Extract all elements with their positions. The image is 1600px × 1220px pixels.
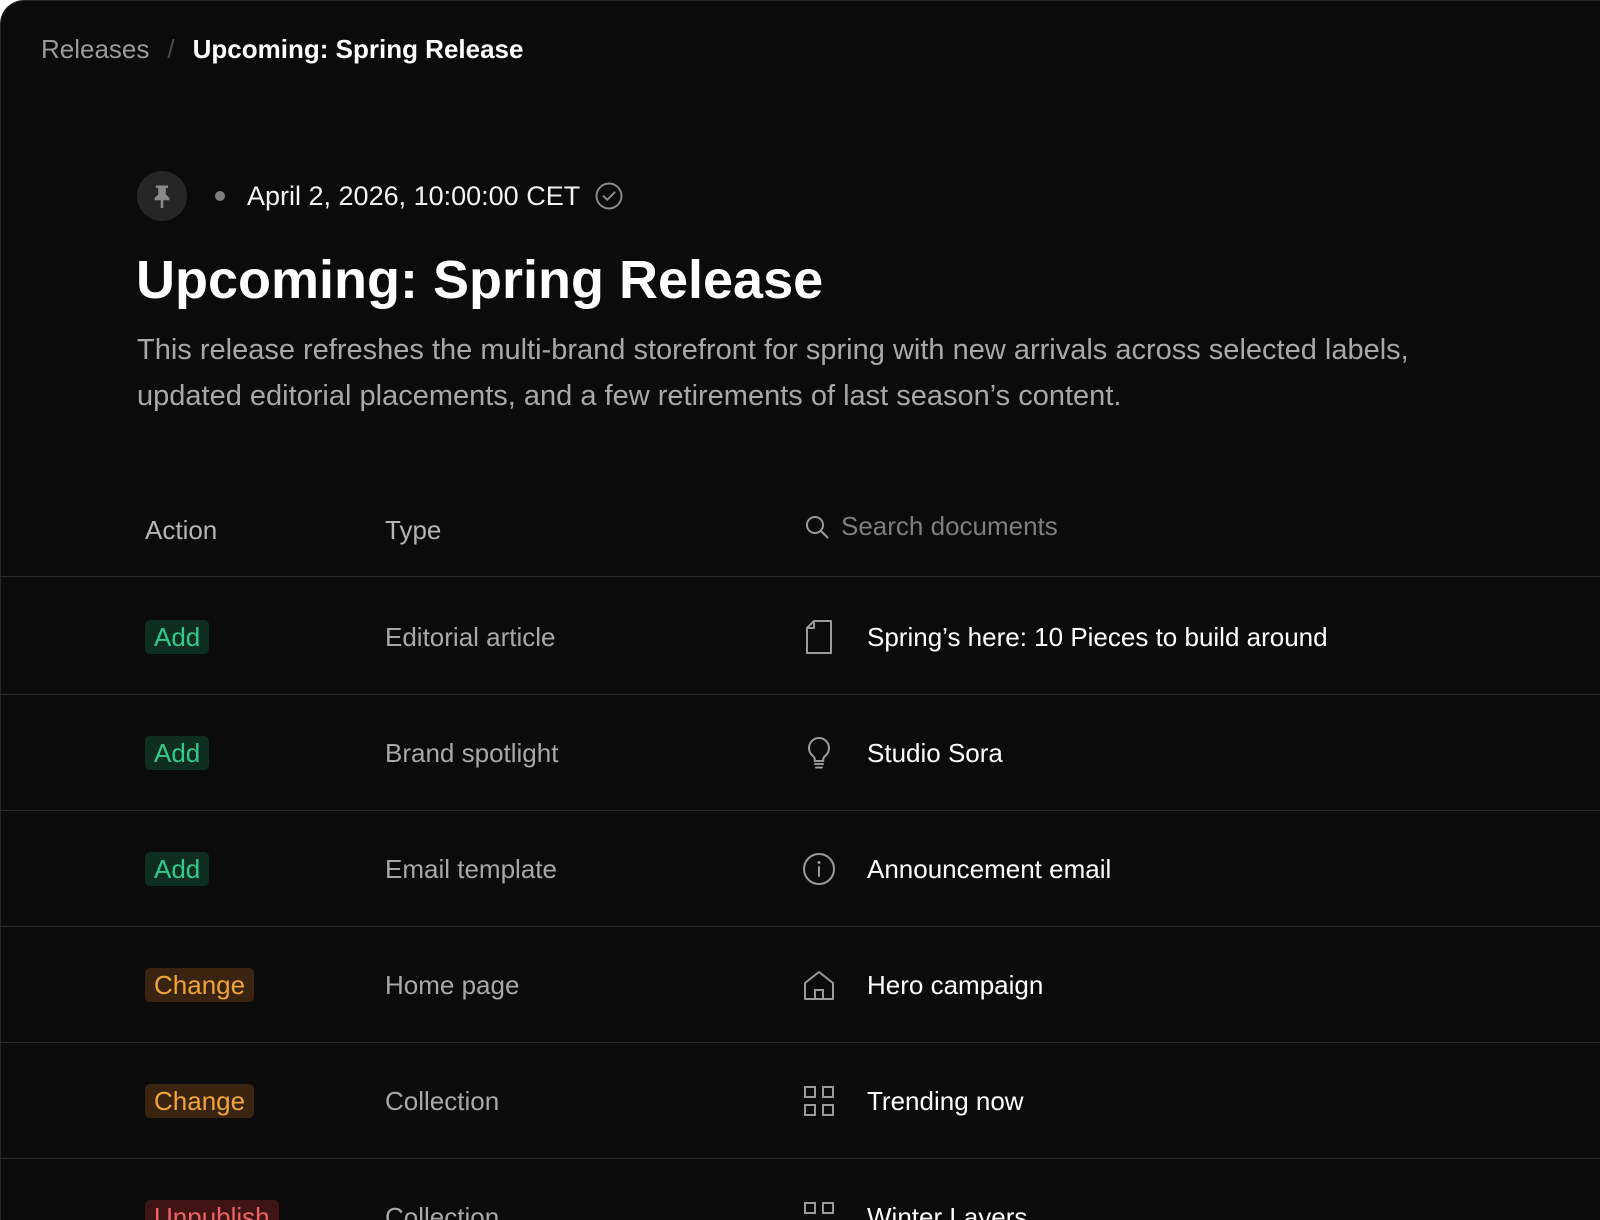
release-meta: April 2, 2026, 10:00:00 CET — [137, 171, 624, 221]
breadcrumb: Releases / Upcoming: Spring Release — [41, 33, 523, 65]
document-icon — [801, 619, 837, 655]
column-header-action[interactable]: Action — [145, 513, 217, 547]
document-type: Collection — [385, 1086, 500, 1116]
info-icon — [801, 851, 837, 887]
document-title[interactable]: Trending now — [867, 1084, 1024, 1118]
document-title[interactable]: Announcement email — [867, 852, 1111, 886]
breadcrumb-releases-link[interactable]: Releases — [41, 33, 149, 65]
action-badge: Change — [145, 1084, 255, 1118]
pin-icon[interactable] — [137, 171, 187, 221]
document-title[interactable]: Hero campaign — [867, 968, 1043, 1002]
table-header: Action Type — [1, 491, 1600, 577]
action-badge: Add — [145, 620, 210, 654]
grid-icon — [801, 1199, 837, 1220]
document-title[interactable]: Spring’s here: 10 Pieces to build around — [867, 620, 1328, 654]
table-row[interactable]: Change Collection Trending now — [1, 1043, 1600, 1159]
page-title: Upcoming: Spring Release — [136, 250, 824, 310]
document-type: Email template — [385, 854, 557, 884]
action-badge: Add — [145, 852, 210, 886]
lightbulb-icon — [801, 735, 837, 771]
document-search[interactable] — [803, 511, 1241, 542]
action-badge: Change — [145, 968, 255, 1002]
table-row[interactable]: Add Editorial article Spring’s here: 10 Pi… — [1, 579, 1600, 695]
table-row[interactable]: Change Home page Hero campaign — [1, 927, 1600, 1043]
search-icon — [803, 513, 831, 541]
table-row[interactable]: Add Email template Announcement email — [1, 811, 1600, 927]
table-row[interactable]: Add Brand spotlight Studio Sora — [1, 695, 1600, 811]
scheduled-date: April 2, 2026, 10:00:00 CET — [247, 180, 581, 211]
breadcrumb-current: Upcoming: Spring Release — [192, 34, 524, 64]
action-badge: Unpublish — [145, 1200, 279, 1220]
home-icon — [801, 967, 837, 1003]
check-circle-icon — [594, 181, 624, 211]
breadcrumb-separator: / — [167, 34, 175, 64]
document-type: Brand spotlight — [385, 738, 559, 768]
column-header-type[interactable]: Type — [385, 513, 441, 547]
release-description: This release refreshes the multi-brand s… — [137, 334, 1409, 412]
document-type: Home page — [385, 970, 520, 1000]
search-input[interactable] — [841, 511, 1241, 542]
status-dot — [215, 191, 225, 201]
release-window: Releases / Upcoming: Spring Release Apri… — [0, 0, 1600, 1220]
table-row[interactable]: Unpublish Collection Winter Layers — [1, 1159, 1600, 1220]
document-type: Collection — [385, 1202, 500, 1220]
document-title[interactable]: Studio Sora — [867, 736, 1003, 770]
grid-icon — [801, 1083, 837, 1119]
document-title[interactable]: Winter Layers — [867, 1200, 1027, 1220]
document-type: Editorial article — [385, 622, 556, 652]
action-badge: Add — [145, 736, 210, 770]
